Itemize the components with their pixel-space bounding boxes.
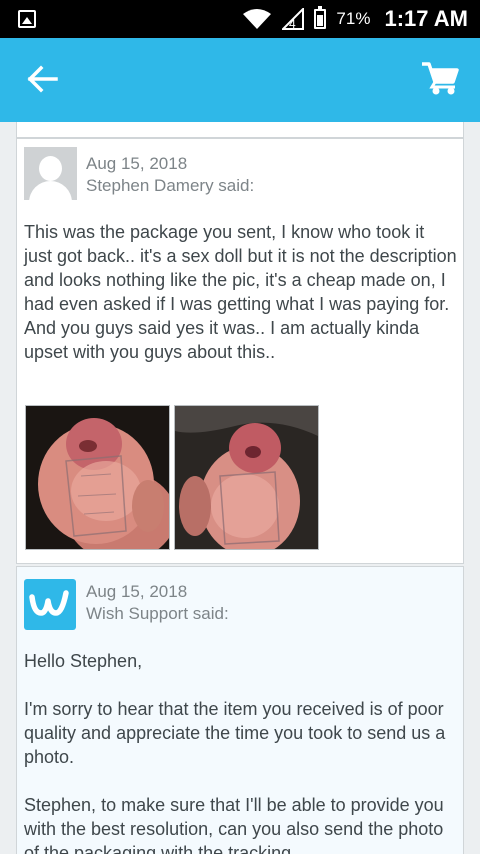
shopping-cart-icon: [422, 62, 459, 95]
wifi-icon: [243, 9, 272, 29]
message-date: Aug 15, 2018: [86, 582, 188, 601]
message-meta: Aug 15, 2018 Wish Support said:: [86, 581, 229, 625]
wish-logo-icon: [24, 579, 76, 630]
app-bar: [0, 38, 480, 122]
back-button[interactable]: [26, 62, 60, 96]
status-indicators: 4 71% 1:17 AM: [242, 0, 468, 38]
attachment-photo-2[interactable]: [174, 405, 319, 550]
battery-percent: 71%: [336, 9, 371, 28]
message-meta: Aug 15, 2018 Stephen Damery said:: [86, 153, 254, 197]
message-paragraph: I'm sorry to hear that the item you rece…: [24, 699, 446, 767]
attachment-photo-1[interactable]: [25, 405, 170, 550]
support-message-card: Aug 15, 2018 Wish Support said: Hello St…: [16, 566, 464, 854]
status-bar: 4 71% 1:17 AM: [0, 0, 480, 38]
message-paragraph: This was the package you sent, I know wh…: [24, 222, 457, 362]
battery-icon: [314, 6, 327, 29]
default-avatar-icon: [24, 147, 77, 200]
message-paragraph: Stephen, to make sure that I'll be able …: [24, 795, 444, 854]
cart-button[interactable]: [420, 60, 460, 98]
conversation-thread[interactable]: Aug 15, 2018 Stephen Damery said: This w…: [0, 122, 480, 854]
back-arrow-icon: [27, 65, 58, 93]
message-body: Hello Stephen, I'm sorry to hear that th…: [24, 649, 457, 854]
message-paragraph: Hello Stephen,: [24, 651, 143, 671]
previous-message-card: [16, 122, 464, 138]
message-author: Wish Support said:: [86, 604, 229, 623]
clock: 1:17 AM: [384, 6, 468, 31]
svg-text:4: 4: [289, 17, 296, 30]
gallery-icon: [18, 10, 36, 28]
signal-icon: 4: [282, 8, 305, 30]
customer-message-card: Aug 15, 2018 Stephen Damery said: This w…: [16, 138, 464, 564]
message-body: This was the package you sent, I know wh…: [24, 220, 457, 388]
message-date: Aug 15, 2018: [86, 154, 188, 173]
message-author: Stephen Damery said:: [86, 176, 255, 195]
